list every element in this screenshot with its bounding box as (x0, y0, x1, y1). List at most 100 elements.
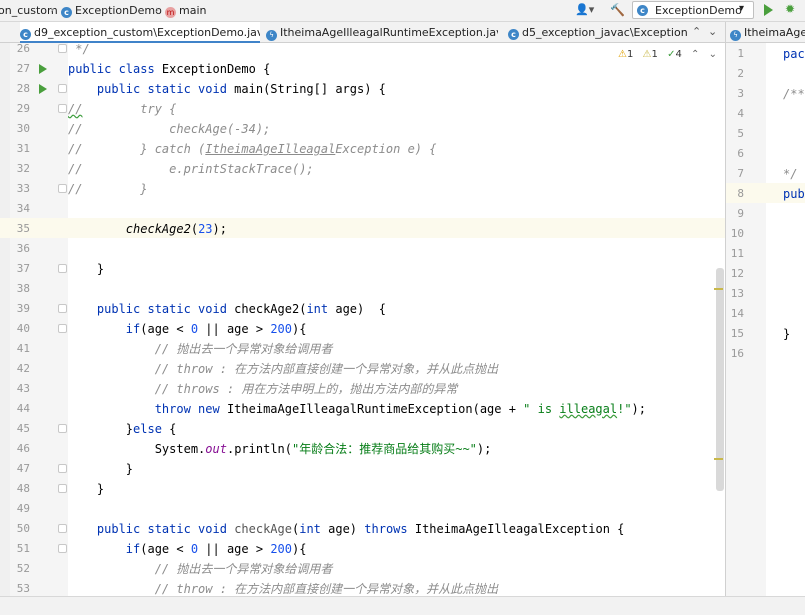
breadcrumb-class[interactable]: c ExceptionDemo (61, 4, 162, 18)
debug-icon[interactable]: ✹ (785, 2, 795, 16)
code-line: // e.printStackTrace(); (68, 162, 314, 176)
code-line: if(age < 0 || age > 200){ (125, 322, 307, 336)
run-gutter-icon[interactable] (39, 84, 47, 94)
line-number: 41 (16, 342, 30, 355)
code-line: } (68, 462, 134, 476)
tabs-scroll-down-icon[interactable]: ⌄ (708, 25, 717, 38)
code-line: pacl (783, 47, 805, 61)
code-line: }else { (68, 422, 177, 436)
code-line: // throws : 用在方法申明上的，抛出方法内部的异常 (154, 382, 458, 396)
code-line: // try { (68, 102, 177, 116)
code-line: /** (783, 87, 805, 101)
tab-javac-exception-demo[interactable]: cd5_exception_javac\ExceptionDemo (508, 22, 688, 43)
chevron-right-icon: › (155, 3, 160, 16)
breadcrumb-method[interactable]: m main (165, 4, 206, 18)
code-line: } (68, 482, 105, 496)
code-line: public static void main(String[] args) { (96, 82, 386, 96)
line-number: 12 (730, 267, 744, 280)
tab-exception-demo[interactable]: cd9_exception_custom\ExceptionDemo.java× (20, 22, 260, 43)
line-number: 9 (737, 207, 744, 220)
line-number: 40 (16, 322, 30, 335)
code-line: if(age < 0 || age > 200){ (125, 542, 307, 556)
editor-tabs-left: cd9_exception_custom\ExceptionDemo.java×… (0, 22, 725, 43)
run-config-selector[interactable]: c ExceptionDemo ▾ (632, 1, 754, 19)
user-icon[interactable]: 👤▾ (575, 3, 594, 16)
line-number: 35 (16, 222, 30, 235)
chevron-down-icon[interactable]: ⌄ (709, 49, 717, 60)
method-icon: m (165, 7, 176, 18)
line-number: 1 (737, 47, 744, 60)
line-number: 36 (16, 242, 30, 255)
fold-marker-icon[interactable] (58, 44, 67, 53)
line-number: 5 (737, 127, 744, 140)
chevron-up-icon[interactable]: ⌃ (691, 49, 699, 60)
fold-marker-icon[interactable] (58, 324, 67, 333)
line-number: 39 (16, 302, 30, 315)
warning-marker[interactable] (714, 458, 723, 460)
exception-class-icon: ϟ (730, 30, 741, 41)
run-icon[interactable] (764, 4, 773, 16)
tab-itheima-age[interactable]: ϟItheimaAgeIl (730, 22, 805, 43)
code-line: // } catch (ItheimaAgeIlleagalException … (68, 142, 437, 156)
code-line: publ (783, 187, 805, 201)
dropdown-arrow-icon: ▾ (739, 3, 745, 14)
code-editor-right[interactable]: 1 pacl 2 3 /** 4 5 6 7 */ 8 publ 9 10 11… (725, 43, 805, 596)
fold-marker-icon[interactable] (58, 424, 67, 433)
tab-runtime-exception[interactable]: ϟ ItheimaAgeIlleagalRuntimeException.java… (266, 22, 498, 43)
line-number: 26 (16, 43, 30, 55)
line-number: 8 (737, 187, 744, 200)
class-icon: c (508, 29, 519, 40)
line-number: 31 (16, 142, 30, 155)
line-number: 48 (16, 482, 30, 495)
line-number: 37 (16, 262, 30, 275)
fold-marker-icon[interactable] (58, 544, 67, 553)
build-hammer-icon[interactable]: 🔨 (610, 3, 625, 17)
fold-marker-icon[interactable] (58, 464, 67, 473)
line-number: 28 (16, 82, 30, 95)
code-editor-left[interactable]: ⚠1 ⚠1 ✓4 ⌃ ⌄ 26 */ 27 public class Excep… (0, 43, 725, 596)
chevron-right-icon: › (50, 3, 55, 16)
line-number: 51 (16, 542, 30, 555)
inspection-widget[interactable]: ⚠1 ⚠1 ✓4 ⌃ ⌄ (618, 49, 717, 60)
code-line: // 抛出去一个异常对象给调用者 (154, 342, 333, 356)
fold-marker-icon[interactable] (58, 484, 67, 493)
line-number: 10 (730, 227, 744, 240)
warning-marker[interactable] (714, 288, 723, 290)
line-number: 2 (737, 67, 744, 80)
code-line: */ (783, 167, 798, 181)
code-line: // throw : 在方法内部直接创建一个异常对象，并从此点抛出 (154, 362, 499, 376)
fold-marker-icon[interactable] (58, 104, 67, 113)
line-number: 27 (16, 62, 30, 75)
line-number: 49 (16, 502, 30, 515)
code-line: } (783, 327, 791, 341)
run-gutter-icon[interactable] (39, 64, 47, 74)
line-number: 50 (16, 522, 30, 535)
line-number: 7 (737, 167, 744, 180)
fold-marker-icon[interactable] (58, 524, 67, 533)
code-line: public static void checkAge(int age) thr… (96, 522, 625, 536)
fold-marker-icon[interactable] (58, 84, 67, 93)
fold-marker-icon[interactable] (58, 304, 67, 313)
code-line: // throw : 在方法内部直接创建一个异常对象，并从此点抛出 (154, 582, 499, 596)
code-line: // checkAge(-34); (68, 122, 271, 136)
code-line: } (68, 262, 105, 276)
side-strip (0, 43, 10, 596)
code-line: public class ExceptionDemo { (68, 62, 271, 76)
class-icon: c (61, 7, 72, 18)
tabs-scroll-up-icon[interactable]: ⌃ (692, 25, 701, 38)
line-number: 16 (730, 347, 744, 360)
line-number: 15 (730, 327, 744, 340)
editor-tabs-right: ϟItheimaAgeIl (725, 22, 805, 43)
line-number: 32 (16, 162, 30, 175)
code-line: throw new ItheimaAgeIlleagalRuntimeExcep… (154, 402, 646, 416)
line-number: 33 (16, 182, 30, 195)
warning-icon: ⚠ (618, 49, 627, 60)
code-line: // } (68, 182, 148, 196)
fold-marker-icon[interactable] (58, 264, 67, 273)
code-line: */ (68, 43, 90, 56)
line-number: 13 (730, 287, 744, 300)
code-line: checkAge2(23); (125, 222, 227, 236)
line-number: 4 (737, 107, 744, 120)
fold-marker-icon[interactable] (58, 184, 67, 193)
line-number: 6 (737, 147, 744, 160)
